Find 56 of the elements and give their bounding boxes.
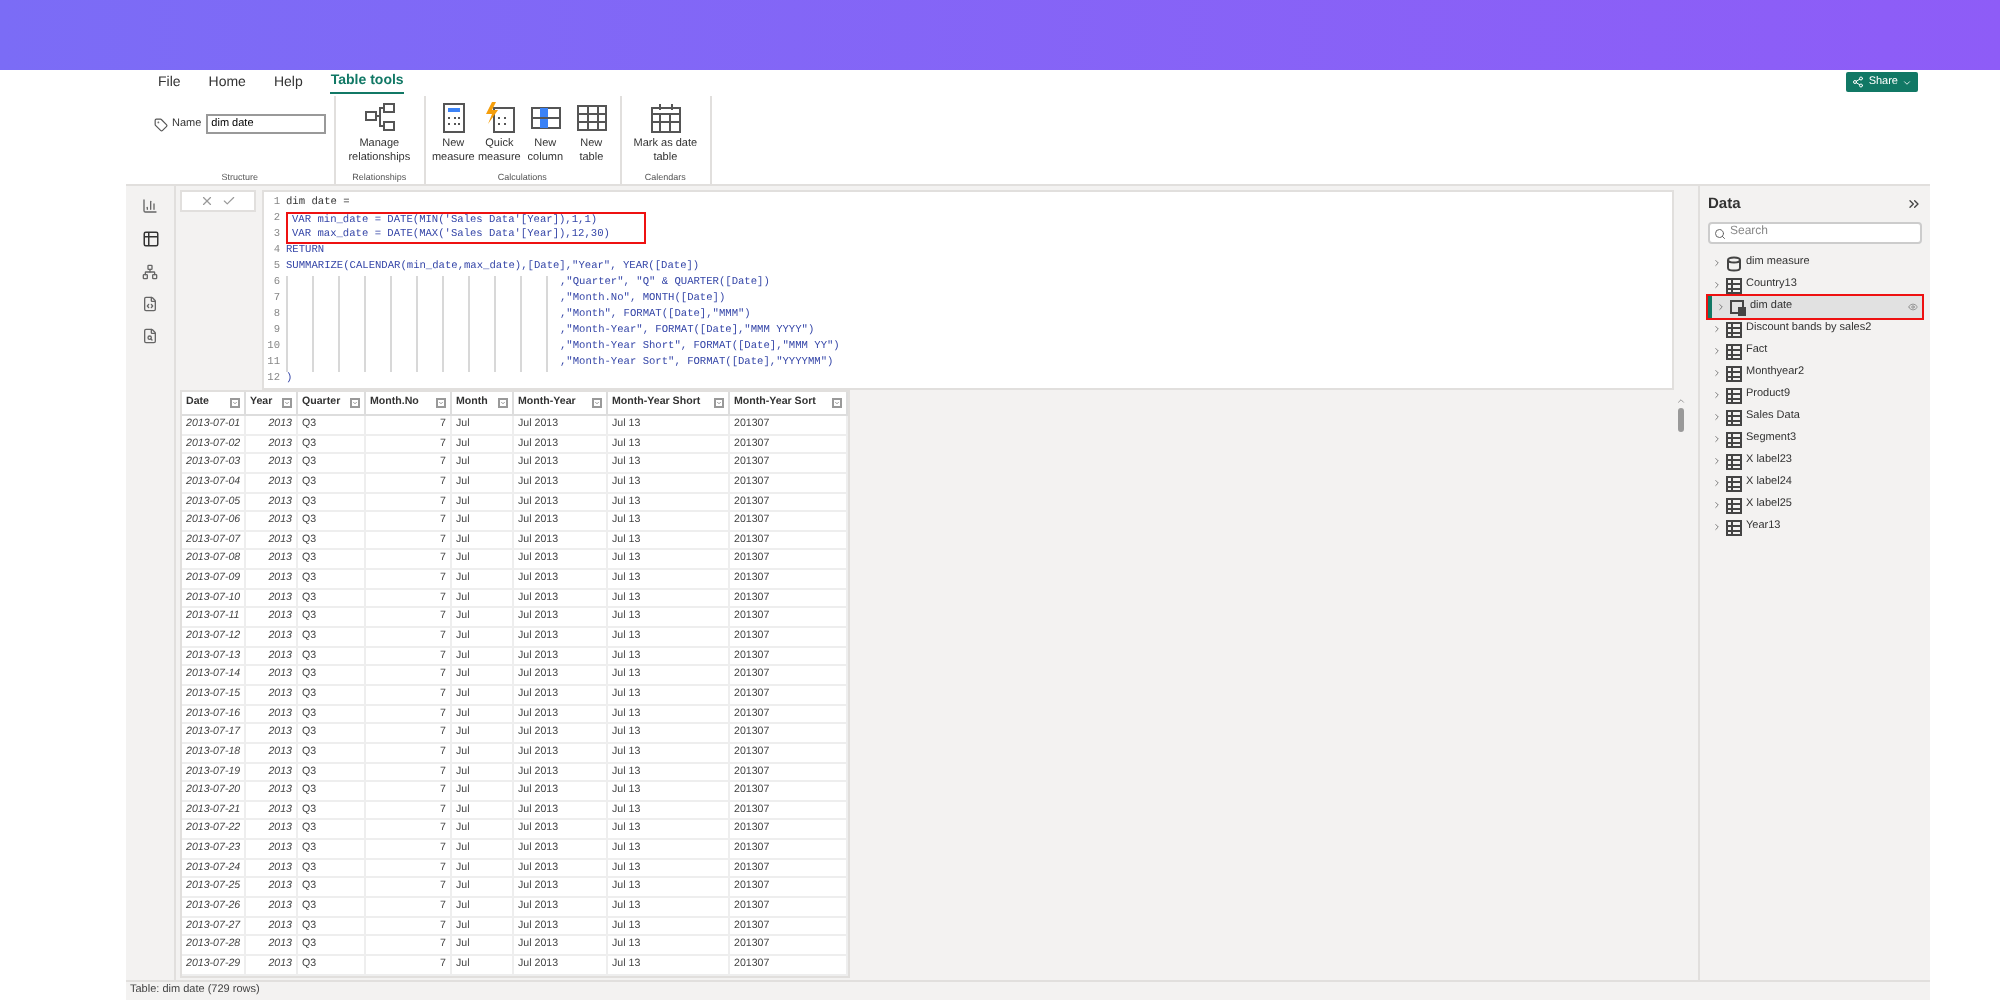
expand-icon[interactable] [1712, 434, 1722, 444]
filter-icon[interactable] [832, 398, 842, 408]
expand-icon[interactable] [1712, 346, 1722, 356]
lightning-calculator-icon [483, 102, 516, 134]
filter-icon[interactable] [282, 398, 292, 408]
collapse-icon[interactable] [1906, 196, 1922, 212]
scroll-up-icon[interactable] [1675, 396, 1685, 406]
dax-query-icon[interactable] [142, 296, 158, 312]
search-icon [1714, 227, 1726, 239]
relationships-icon [363, 102, 396, 134]
expand-icon[interactable] [1712, 456, 1722, 466]
filter-icon[interactable] [350, 398, 360, 408]
expand-icon[interactable] [1712, 280, 1722, 290]
filter-icon[interactable] [714, 398, 724, 408]
visibility-icon[interactable] [1908, 302, 1918, 312]
table-view-icon[interactable] [141, 230, 159, 248]
expand-icon[interactable] [1712, 478, 1722, 488]
report-view-icon[interactable] [142, 198, 158, 214]
filter-icon[interactable] [498, 398, 508, 408]
table-icon [1726, 409, 1742, 425]
model-view-icon[interactable] [142, 264, 158, 280]
table-icon [1726, 453, 1742, 469]
filter-icon[interactable] [436, 398, 446, 408]
table-icon [1726, 497, 1742, 513]
expand-icon[interactable] [1712, 390, 1722, 400]
formula-editor[interactable] [262, 190, 1674, 390]
expand-icon[interactable] [1712, 522, 1722, 532]
table-icon [1726, 343, 1742, 359]
column-icon [529, 102, 562, 134]
table-icon [1726, 431, 1742, 447]
database-icon [1726, 255, 1742, 271]
expand-icon[interactable] [1712, 258, 1722, 268]
expand-icon[interactable] [1716, 302, 1726, 312]
expand-icon[interactable] [1712, 500, 1722, 510]
tag-icon [154, 117, 168, 131]
table-icon [575, 102, 608, 134]
table-icon [1726, 519, 1742, 535]
commit-icon[interactable] [222, 194, 236, 208]
table-icon [1726, 475, 1742, 491]
calendar-icon [649, 102, 682, 134]
expand-icon[interactable] [1712, 368, 1722, 378]
filter-icon[interactable] [592, 398, 602, 408]
caret-icon [1902, 77, 1912, 87]
calculated-table-icon [1730, 299, 1746, 315]
share-icon [1852, 76, 1865, 88]
table-icon [1726, 365, 1742, 381]
table-icon [1726, 387, 1742, 403]
expand-icon[interactable] [1712, 412, 1722, 422]
expand-icon[interactable] [1712, 324, 1722, 334]
calculator-icon [437, 102, 470, 134]
filter-icon[interactable] [230, 398, 240, 408]
table-icon [1726, 321, 1742, 337]
tmdl-view-icon[interactable] [142, 328, 158, 344]
table-icon [1726, 277, 1742, 293]
scroll-thumb[interactable] [1677, 408, 1683, 432]
cancel-icon[interactable] [200, 194, 214, 208]
